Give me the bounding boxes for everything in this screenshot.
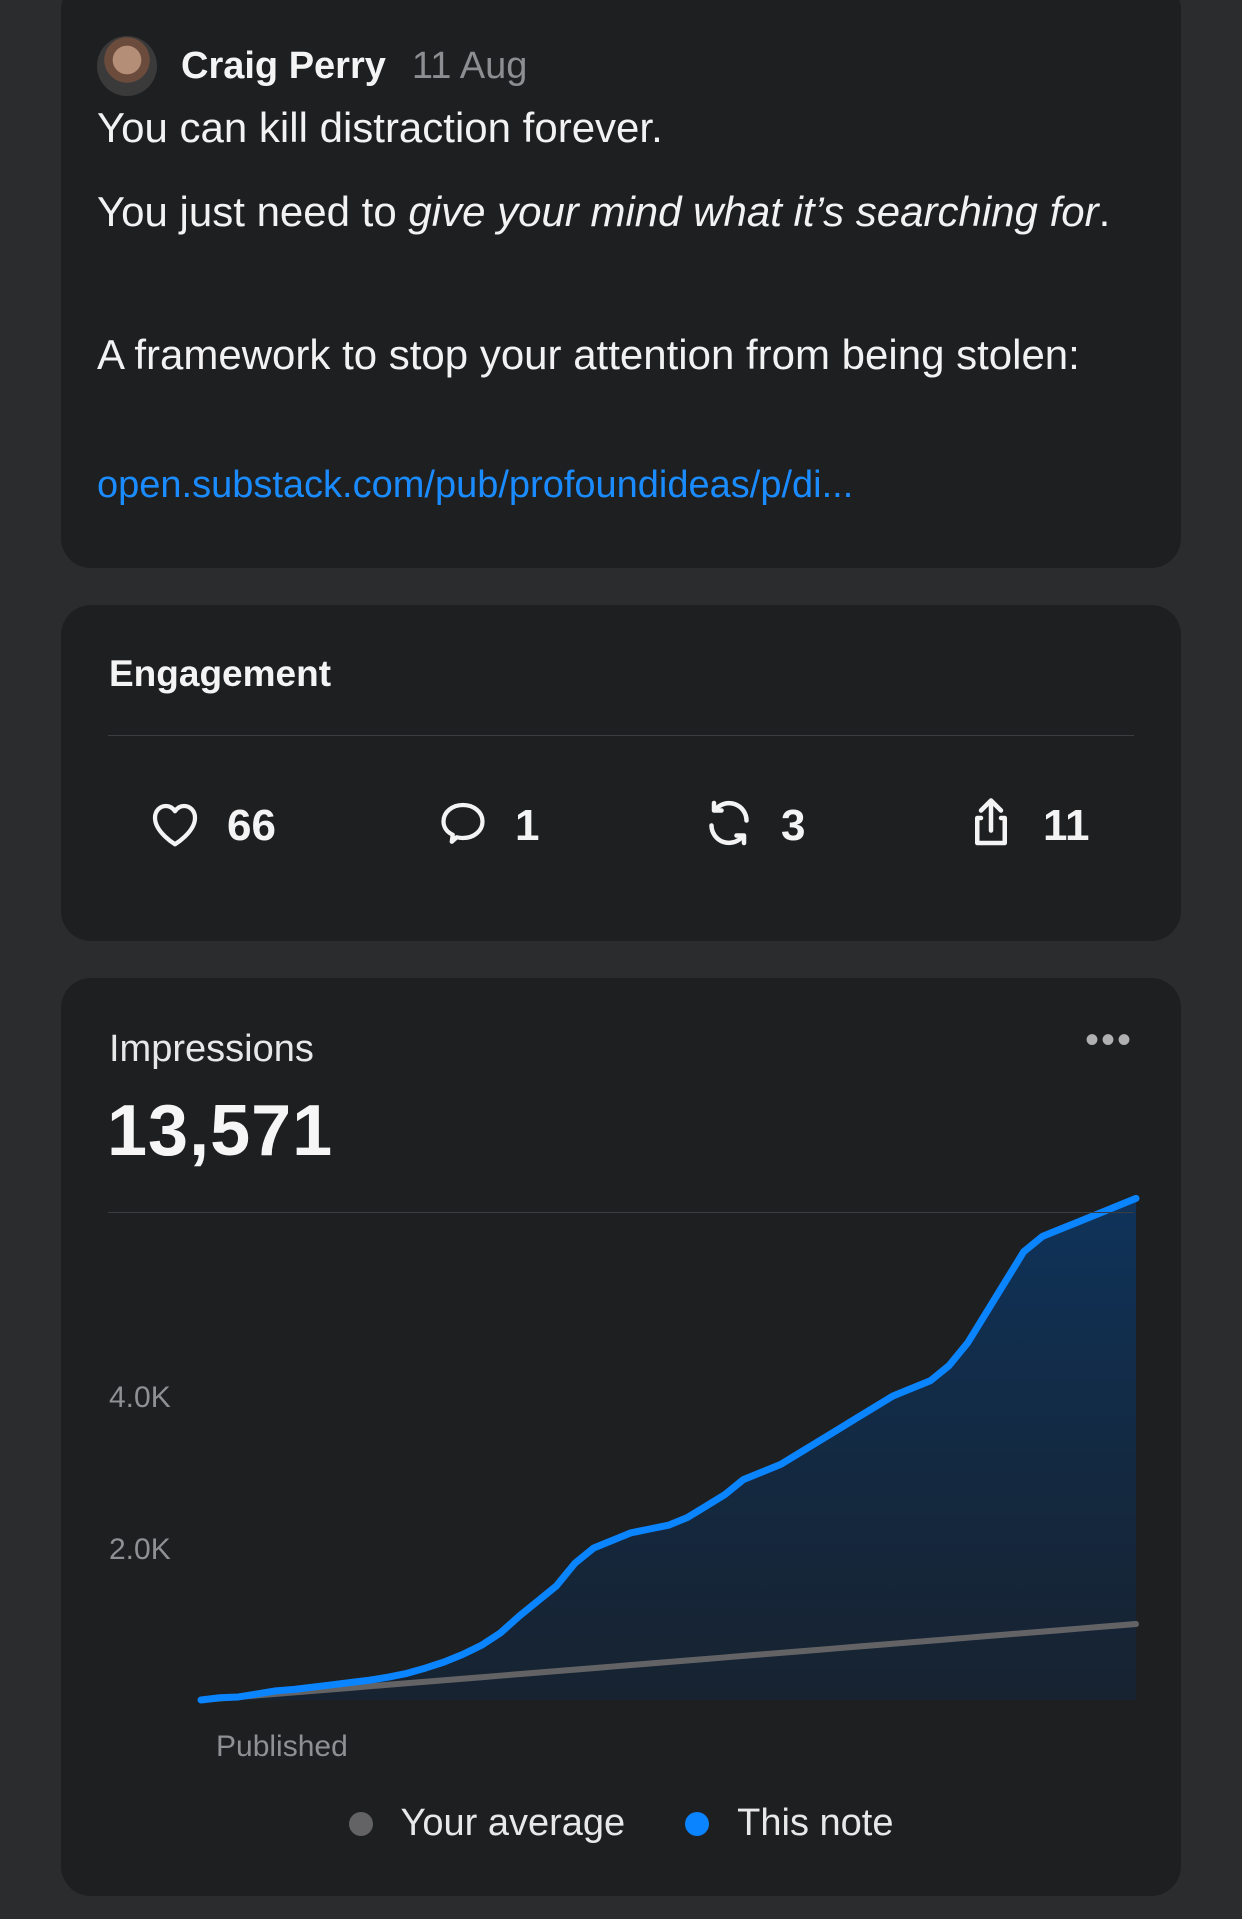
more-options-button[interactable]: •••: [1085, 1018, 1133, 1063]
note-paragraph-2: You just need to give your mind what it’…: [97, 182, 1121, 242]
author-name[interactable]: Craig Perry: [181, 45, 386, 88]
chart-legend: Your average This note: [61, 1802, 1181, 1845]
shares-stat[interactable]: 11: [961, 793, 1090, 858]
para2-emphasis: give your mind what it’s searching for: [408, 188, 1099, 235]
legend-average-dot: [348, 1811, 373, 1836]
note-paragraph-1: You can kill distraction forever.: [97, 104, 663, 151]
impressions-card: 2.0K 4.0K Published Impressions 13,571 •••…: [61, 978, 1181, 1896]
para2-prefix: You just need to: [97, 188, 409, 235]
impressions-total: 13,571: [107, 1091, 334, 1171]
comment-icon: [433, 793, 493, 858]
comments-stat[interactable]: 1: [433, 793, 539, 858]
restacks-stat[interactable]: 3: [699, 793, 805, 858]
engagement-card: Engagement 66 1 3 11: [61, 605, 1181, 941]
avatar[interactable]: [97, 36, 157, 96]
para2-suffix: .: [1098, 188, 1111, 235]
note-card[interactable]: Craig Perry 11 Aug You can kill distract…: [61, 0, 1181, 568]
legend-average-label: Your average: [400, 1802, 626, 1844]
engagement-title: Engagement: [109, 653, 332, 694]
restack-icon: [699, 793, 759, 858]
note-date: 11 Aug: [411, 44, 528, 87]
restacks-count: 3: [781, 800, 806, 850]
x-axis-label: Published: [216, 1730, 348, 1763]
this-note-area: [201, 1198, 1136, 1700]
legend-this-note-label: This note: [737, 1802, 894, 1844]
note-link[interactable]: open.substack.com/pub/profoundideas/p/di…: [97, 464, 853, 507]
comments-count: 1: [515, 800, 540, 850]
share-icon: [961, 793, 1021, 858]
y-tick-label: 4.0K: [109, 1381, 171, 1414]
heart-icon: [145, 793, 205, 858]
y-tick-label: 2.0K: [109, 1533, 171, 1566]
note-paragraph-3: A framework to stop your attention from …: [97, 331, 1080, 378]
legend-this-note-dot: [685, 1811, 710, 1836]
engagement-divider: [108, 735, 1134, 736]
impressions-label: Impressions: [109, 1028, 314, 1070]
legend-this-note[interactable]: This note: [685, 1802, 893, 1845]
likes-count: 66: [227, 800, 276, 850]
impressions-divider: [108, 1212, 1134, 1213]
shares-count: 11: [1043, 800, 1090, 850]
likes-stat[interactable]: 66: [145, 793, 276, 858]
note-header: Craig Perry 11 Aug: [97, 36, 527, 96]
legend-average[interactable]: Your average: [348, 1802, 626, 1845]
